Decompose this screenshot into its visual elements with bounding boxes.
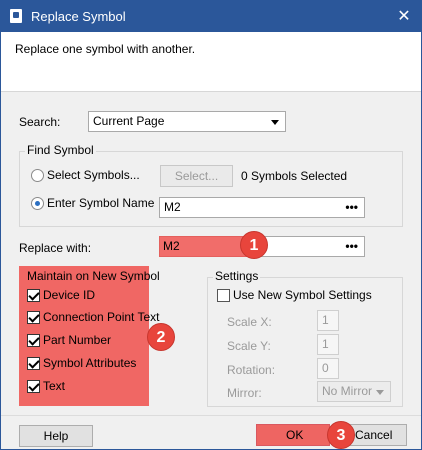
connection-point-text-label[interactable]: Connection Point Text (43, 310, 160, 324)
search-label: Search: (19, 115, 61, 129)
replace-symbol-dialog: Replace Symbol ✕ Replace one symbol with… (0, 0, 422, 450)
search-scope-value: Current Page (93, 114, 165, 128)
text-checkbox[interactable] (27, 380, 40, 393)
browse-ellipsis-icon[interactable]: ••• (345, 198, 358, 217)
enter-symbol-name-radio[interactable] (31, 197, 44, 210)
symbol-attributes-checkbox[interactable] (27, 357, 40, 370)
use-new-settings-label[interactable]: Use New Symbol Settings (233, 288, 372, 302)
enter-symbol-name-label[interactable]: Enter Symbol Name (47, 196, 154, 210)
title-bar[interactable]: Replace Symbol ✕ (1, 1, 421, 32)
step-1-badge: 1 (240, 231, 268, 259)
settings-title: Settings (213, 269, 261, 283)
rotation-label: Rotation: (227, 363, 276, 377)
text-label[interactable]: Text (43, 379, 65, 393)
use-new-settings-checkbox[interactable] (217, 289, 230, 302)
select-button[interactable]: Select... (160, 165, 233, 187)
mirror-value: No Mirror (322, 384, 372, 398)
ok-label: OK (286, 428, 304, 442)
mirror-label: Mirror: (227, 386, 262, 400)
help-button[interactable]: Help (19, 425, 93, 447)
symbol-name-input[interactable]: M2 ••• (159, 197, 365, 218)
app-icon (10, 9, 22, 23)
select-symbols-label[interactable]: Select Symbols... (47, 168, 140, 182)
device-id-label[interactable]: Device ID (43, 288, 95, 302)
mirror-select[interactable]: No Mirror (317, 381, 391, 402)
scale-x-label: Scale X: (227, 315, 272, 329)
dialog-description: Replace one symbol with another. (15, 42, 196, 56)
chevron-down-icon (271, 120, 279, 125)
scale-y-label: Scale Y: (227, 339, 271, 353)
find-symbol-title: Find Symbol (25, 143, 96, 157)
symbols-selected-count: 0 Symbols Selected (241, 169, 348, 183)
replace-with-value-overlay: M2 (163, 239, 180, 253)
search-scope-select[interactable]: Current Page (88, 111, 286, 132)
rotation-input[interactable]: 0 (317, 358, 339, 379)
footer-divider (1, 415, 421, 416)
step-3-badge: 3 (327, 421, 355, 449)
scale-y-input[interactable]: 1 (317, 334, 339, 355)
connection-point-text-checkbox[interactable] (27, 311, 40, 324)
close-icon[interactable]: ✕ (387, 1, 421, 32)
description-band: Replace one symbol with another. (1, 32, 421, 92)
symbol-name-value: M2 (164, 200, 181, 214)
chevron-down-icon (376, 390, 384, 395)
step-2-badge: 2 (147, 323, 175, 351)
replace-with-label: Replace with: (19, 241, 92, 255)
part-number-checkbox[interactable] (27, 334, 40, 347)
cancel-label: Cancel (355, 428, 393, 442)
symbol-attributes-label[interactable]: Symbol Attributes (43, 356, 136, 370)
scale-x-input[interactable]: 1 (317, 310, 339, 331)
window-title: Replace Symbol (31, 9, 126, 24)
part-number-label[interactable]: Part Number (43, 333, 111, 347)
select-symbols-radio[interactable] (31, 169, 44, 182)
browse-ellipsis-icon[interactable]: ••• (345, 237, 358, 256)
device-id-checkbox[interactable] (27, 289, 40, 302)
maintain-title: Maintain on New Symbol (27, 269, 160, 283)
